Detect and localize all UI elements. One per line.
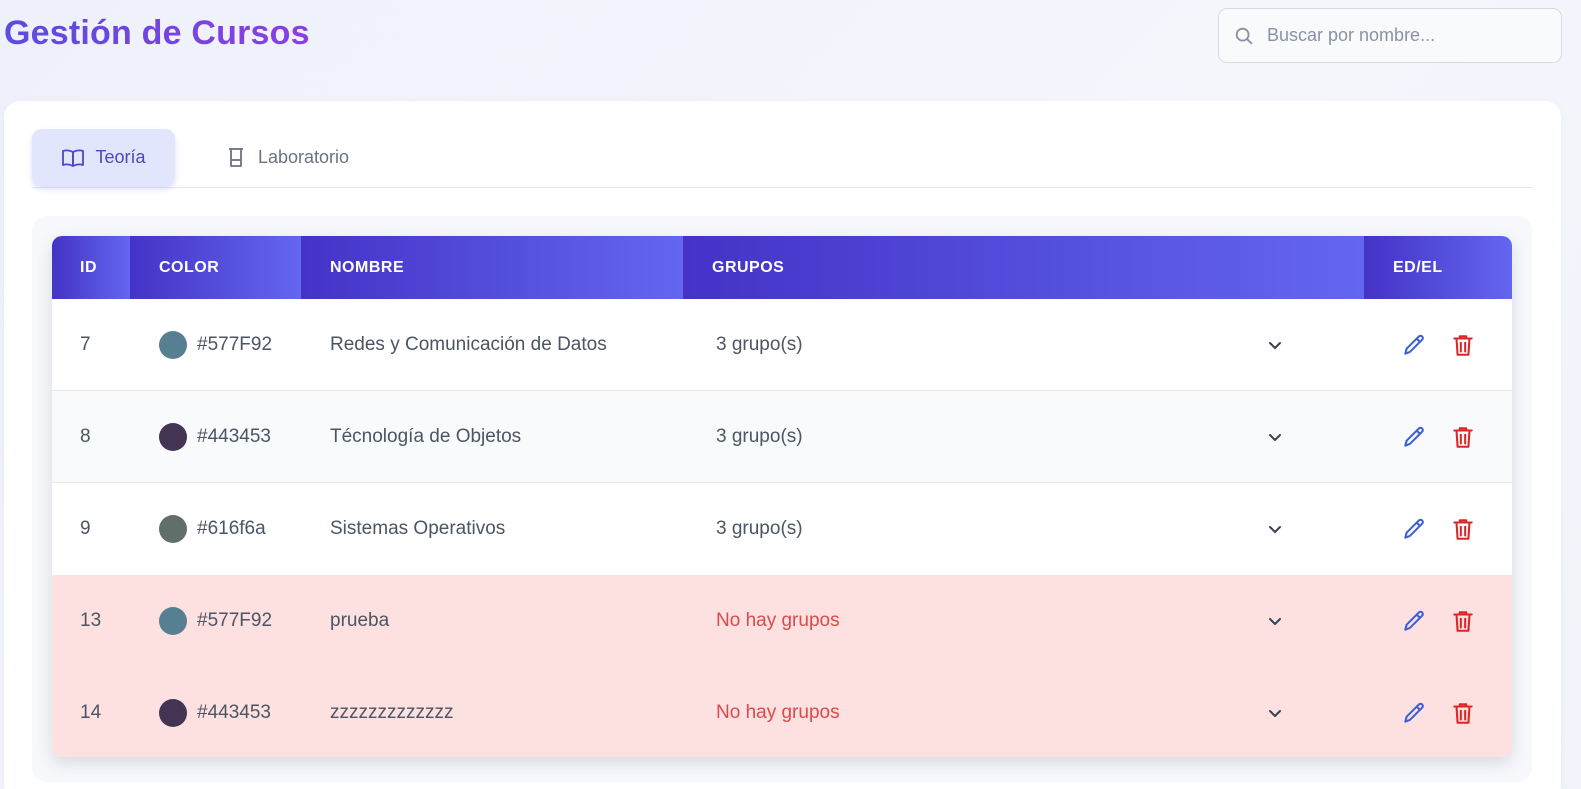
column-header-id: ID bbox=[52, 236, 130, 299]
row-id: 14 bbox=[80, 702, 102, 723]
tab-bar: Teoría Laboratorio bbox=[32, 129, 1532, 188]
row-color: #443453 bbox=[159, 699, 271, 727]
chevron-down-icon[interactable] bbox=[1263, 333, 1287, 357]
tab-teoria-label: Teoría bbox=[95, 147, 146, 167]
row-id: 13 bbox=[80, 610, 102, 631]
row-nombre: Redes y Comunicación de Datos bbox=[330, 333, 607, 355]
beaker-icon bbox=[229, 147, 243, 167]
row-grupos: 3 grupo(s) bbox=[716, 333, 803, 355]
column-header-color: COLOR bbox=[130, 236, 301, 299]
trash-icon[interactable] bbox=[1450, 332, 1476, 358]
tab-teoria[interactable]: Teoría bbox=[32, 129, 175, 186]
edit-pencil-icon[interactable] bbox=[1401, 516, 1427, 542]
tab-laboratorio-label: Laboratorio bbox=[258, 147, 350, 167]
chevron-down-icon[interactable] bbox=[1263, 425, 1287, 449]
edit-pencil-icon[interactable] bbox=[1401, 700, 1427, 726]
trash-icon[interactable] bbox=[1450, 608, 1476, 634]
color-code: #616f6a bbox=[197, 518, 266, 539]
table-row: 13 #577F92 prueba No hay grupos bbox=[52, 575, 1512, 667]
chevron-down-icon[interactable] bbox=[1263, 517, 1287, 541]
chevron-down-icon[interactable] bbox=[1263, 609, 1287, 633]
row-nombre: zzzzzzzzzzzzz bbox=[330, 702, 454, 723]
chevron-down-icon[interactable] bbox=[1263, 701, 1287, 725]
edit-pencil-icon[interactable] bbox=[1401, 332, 1427, 358]
edit-pencil-icon[interactable] bbox=[1401, 424, 1427, 450]
color-code: #443453 bbox=[197, 702, 271, 723]
column-header-actions: ED/EL bbox=[1364, 236, 1512, 299]
row-grupos: 3 grupo(s) bbox=[716, 518, 803, 539]
row-color: #577F92 bbox=[159, 330, 273, 359]
color-code: #577F92 bbox=[197, 610, 273, 631]
color-swatch bbox=[159, 422, 187, 451]
table-row: 7 #577F92 Redes y Comunicación de Datos … bbox=[52, 299, 1512, 391]
page-title: Gestión de Cursos bbox=[4, 14, 310, 52]
row-id: 9 bbox=[80, 518, 91, 539]
row-grupos: 3 grupo(s) bbox=[716, 425, 803, 447]
row-nombre: Técnología de Objetos bbox=[330, 425, 522, 447]
color-code: #577F92 bbox=[197, 333, 273, 355]
color-code: #443453 bbox=[197, 425, 271, 447]
book-open-icon bbox=[62, 148, 85, 167]
column-header-nombre: NOMBRE bbox=[301, 236, 683, 299]
search-box[interactable] bbox=[1218, 8, 1562, 63]
trash-icon[interactable] bbox=[1450, 424, 1476, 450]
tab-laboratorio[interactable]: Laboratorio bbox=[224, 129, 349, 186]
row-nombre: prueba bbox=[330, 610, 390, 631]
table-row: 9 #616f6a Sistemas Operativos 3 grupo(s) bbox=[52, 483, 1512, 575]
courses-table: ID COLOR NOMBRE GRUPOS ED/EL 7 #577F92 R… bbox=[52, 236, 1512, 757]
table-container: ID COLOR NOMBRE GRUPOS ED/EL 7 #577F92 R… bbox=[32, 216, 1532, 782]
table-row: 8 #443453 Técnología de Objetos 3 grupo(… bbox=[52, 391, 1512, 483]
row-grupos: No hay grupos bbox=[716, 610, 840, 631]
row-color: #443453 bbox=[159, 422, 271, 451]
row-nombre: Sistemas Operativos bbox=[330, 518, 506, 539]
table-header: ID COLOR NOMBRE GRUPOS ED/EL bbox=[52, 236, 1512, 299]
row-id: 7 bbox=[80, 333, 91, 355]
search-icon bbox=[1235, 27, 1253, 44]
edit-pencil-icon[interactable] bbox=[1401, 608, 1427, 634]
row-color: #616f6a bbox=[159, 515, 266, 543]
row-color: #577F92 bbox=[159, 607, 272, 635]
color-swatch bbox=[159, 607, 187, 635]
row-id: 8 bbox=[80, 425, 91, 447]
table-row: 14 #443453 zzzzzzzzzzzzz No hay grupos bbox=[52, 667, 1512, 757]
color-swatch bbox=[159, 515, 187, 543]
column-header-grupos: GRUPOS bbox=[683, 236, 1364, 299]
courses-card: Teoría Laboratorio ID COLOR NOMBRE GRUPO… bbox=[4, 101, 1561, 789]
trash-icon[interactable] bbox=[1450, 516, 1476, 542]
trash-icon[interactable] bbox=[1450, 700, 1476, 726]
color-swatch bbox=[159, 699, 187, 727]
search-input[interactable] bbox=[1267, 25, 1547, 46]
color-swatch bbox=[159, 330, 187, 359]
row-grupos: No hay grupos bbox=[716, 702, 840, 723]
